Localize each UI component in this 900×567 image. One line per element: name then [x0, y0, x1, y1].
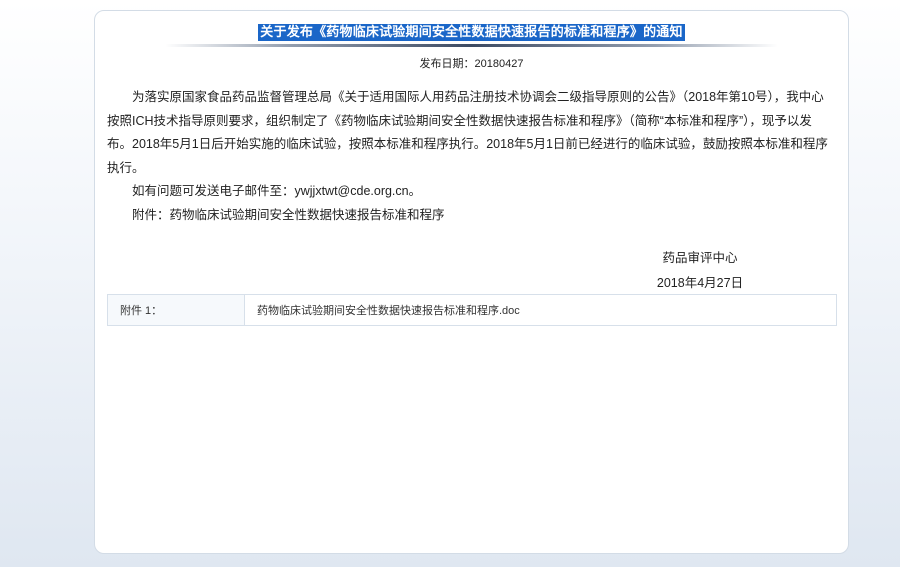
notice-paragraph-main: 为落实原国家食品药品监督管理总局《关于适用国际人用药品注册技术协调会二级指导原则…: [107, 90, 828, 175]
signature-org: 药品审评中心: [662, 251, 738, 265]
notice-panel: 关于发布《药物临床试验期间安全性数据快速报告的标准和程序》的通知 发布日期：20…: [94, 10, 849, 554]
title-divider: [165, 44, 778, 47]
title-wrap: 关于发布《药物临床试验期间安全性数据快速报告的标准和程序》的通知: [95, 23, 848, 41]
attachment-row: 附件 1： 药物临床试验期间安全性数据快速报告标准和程序.doc: [107, 294, 837, 326]
notice-body: 为落实原国家食品药品监督管理总局《关于适用国际人用药品注册技术协调会二级指导原则…: [107, 86, 835, 227]
attachment-label: 附件 1：: [107, 294, 245, 326]
signature-date: 2018年4月27日: [656, 276, 744, 290]
notice-paragraph-contact: 如有问题可发送电子邮件至：ywjjxtwt@cde.org.cn。: [132, 184, 422, 198]
publish-date: 发布日期：20180427: [419, 58, 524, 70]
attachment-file-link[interactable]: 药物临床试验期间安全性数据快速报告标准和程序.doc: [244, 294, 837, 326]
notice-paragraph-attachment: 附件：药物临床试验期间安全性数据快速报告标准和程序: [132, 207, 445, 222]
notice-title: 关于发布《药物临床试验期间安全性数据快速报告的标准和程序》的通知: [258, 24, 685, 41]
attachment-table: 附件 1： 药物临床试验期间安全性数据快速报告标准和程序.doc: [107, 294, 837, 326]
